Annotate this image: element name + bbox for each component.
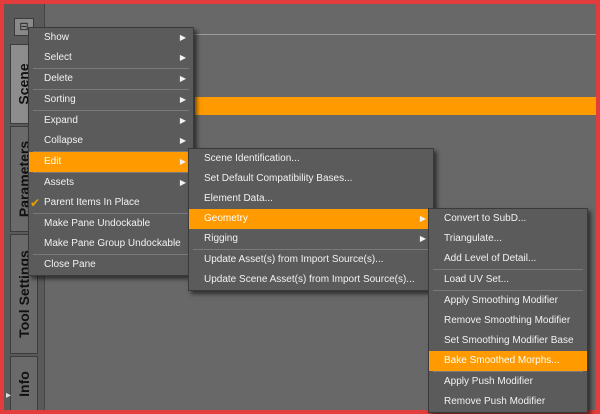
- submenu-arrow-icon: ▶: [179, 74, 186, 83]
- expand-arrow-icon[interactable]: ▸: [6, 390, 11, 401]
- menu-item-geometry[interactable]: Geometry ▶: [189, 209, 433, 229]
- menu-item-load-uv-set[interactable]: Load UV Set...: [429, 270, 587, 290]
- menu-item-assets[interactable]: Assets ▶: [29, 173, 193, 193]
- pane-context-menu: Show ▶ Select ▶ Delete ▶ Sorting ▶ Expand ▶ C…: [28, 27, 194, 276]
- menu-item-scene-identification[interactable]: Scene Identification...: [189, 149, 433, 169]
- menu-item-make-pane-group-undockable[interactable]: Make Pane Group Undockable: [29, 234, 193, 254]
- menu-item-select[interactable]: Select ▶: [29, 48, 193, 68]
- tab-info[interactable]: Info: [10, 356, 38, 410]
- menu-item-convert-to-subd[interactable]: Convert to SubD...: [429, 209, 587, 229]
- menu-item-rigging[interactable]: Rigging ▶: [189, 229, 433, 249]
- menu-item-close-pane[interactable]: Close Pane: [29, 255, 193, 275]
- menu-item-remove-smoothing-modifier[interactable]: Remove Smoothing Modifier: [429, 311, 587, 331]
- menu-item-element-data[interactable]: Element Data...: [189, 189, 433, 209]
- submenu-arrow-icon: ▶: [179, 116, 186, 125]
- menu-item-make-pane-undockable[interactable]: Make Pane Undockable: [29, 214, 193, 234]
- menu-item-update-assets[interactable]: Update Asset(s) from Import Source(s)...: [189, 250, 433, 270]
- menu-item-triangulate[interactable]: Triangulate...: [429, 229, 587, 249]
- edit-submenu: Scene Identification... Set Default Comp…: [188, 148, 434, 291]
- menu-item-bake-smoothed-morphs[interactable]: Bake Smoothed Morphs...: [429, 351, 587, 371]
- menu-item-expand[interactable]: Expand ▶: [29, 111, 193, 131]
- menu-item-remove-push-modifier[interactable]: Remove Push Modifier: [429, 392, 587, 412]
- menu-item-parent-items-in-place[interactable]: ✔ Parent Items In Place: [29, 193, 193, 213]
- geometry-submenu: Convert to SubD... Triangulate... Add Le…: [428, 208, 588, 413]
- selected-scene-row[interactable]: [195, 97, 596, 115]
- submenu-arrow-icon: ▶: [419, 234, 426, 243]
- menu-item-edit[interactable]: Edit ▶: [29, 152, 193, 172]
- menu-item-add-level-of-detail[interactable]: Add Level of Detail...: [429, 249, 587, 269]
- menu-item-show[interactable]: Show ▶: [29, 28, 193, 48]
- checkmark-icon: ✔: [30, 196, 41, 210]
- menu-item-set-default-compatibility-bases[interactable]: Set Default Compatibility Bases...: [189, 169, 433, 189]
- menu-item-sorting[interactable]: Sorting ▶: [29, 90, 193, 110]
- menu-item-apply-smoothing-modifier[interactable]: Apply Smoothing Modifier: [429, 291, 587, 311]
- menu-item-collapse[interactable]: Collapse ▶: [29, 131, 193, 151]
- submenu-arrow-icon: ▶: [179, 157, 186, 166]
- submenu-arrow-icon: ▶: [179, 33, 186, 42]
- submenu-arrow-icon: ▶: [419, 214, 426, 223]
- menu-item-apply-push-modifier[interactable]: Apply Push Modifier: [429, 372, 587, 392]
- submenu-arrow-icon: ▶: [179, 136, 186, 145]
- menu-item-update-scene-assets[interactable]: Update Scene Asset(s) from Import Source…: [189, 270, 433, 290]
- menu-item-set-smoothing-modifier-base[interactable]: Set Smoothing Modifier Base: [429, 331, 587, 351]
- menu-item-delete[interactable]: Delete ▶: [29, 69, 193, 89]
- submenu-arrow-icon: ▶: [179, 95, 186, 104]
- submenu-arrow-icon: ▶: [179, 53, 186, 62]
- submenu-arrow-icon: ▶: [179, 178, 186, 187]
